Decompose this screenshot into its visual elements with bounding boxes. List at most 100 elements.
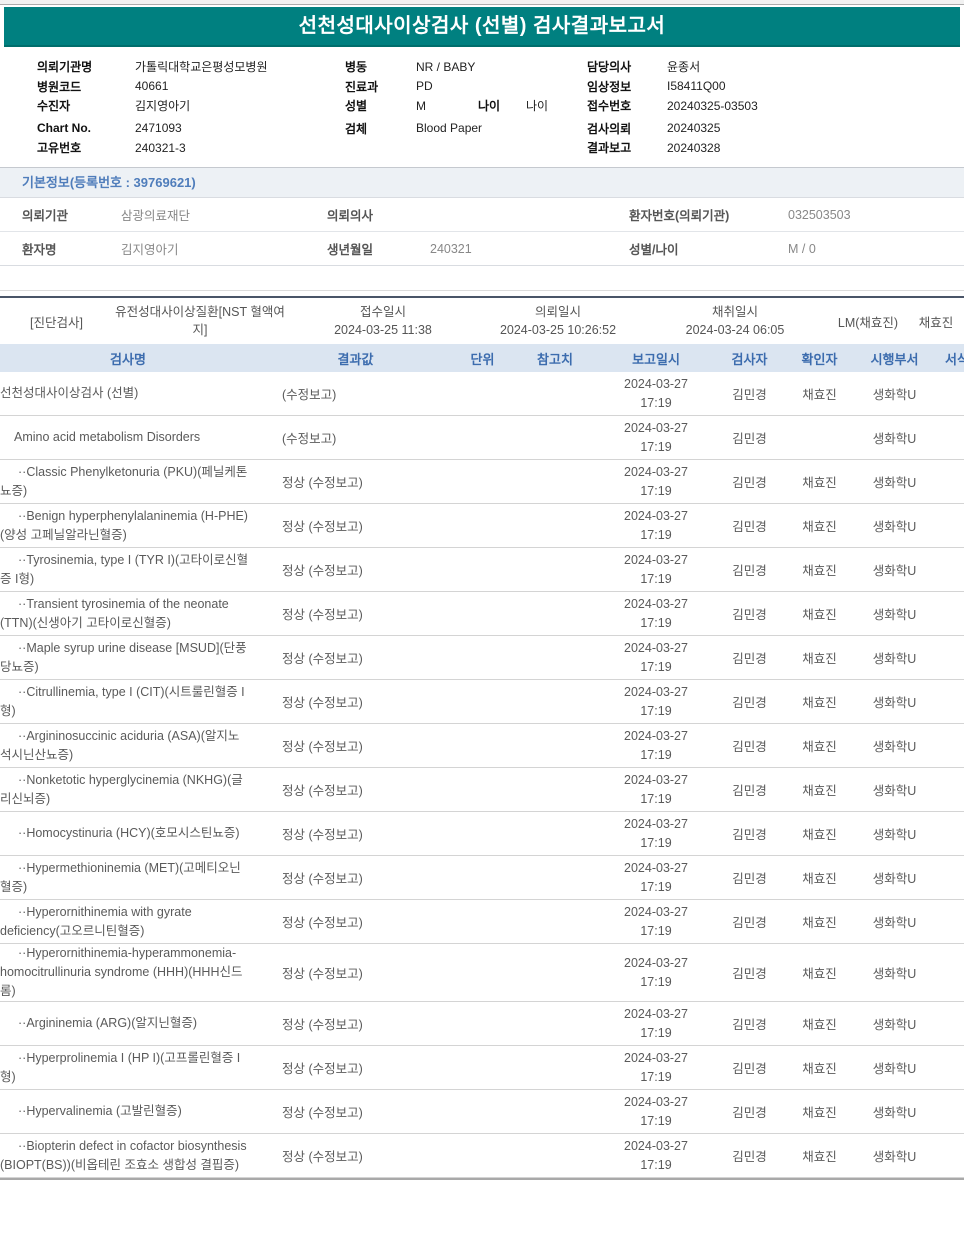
column-header-report-date: 보고일시 xyxy=(632,351,680,367)
test-name-cell: ··Benign hyperphenylalaninemia (H-PHE)(양… xyxy=(0,508,248,542)
result-cell: 정상 (수정보고) xyxy=(282,967,363,981)
department-cell: 생화학U xyxy=(872,916,917,930)
column-header-department: 시행부서 xyxy=(870,351,919,367)
result-cell: 정상 (수정보고) xyxy=(282,652,363,666)
confirmer-cell: 채효진 xyxy=(802,828,837,842)
tester-cell: 김민경 xyxy=(732,696,767,710)
column-header-tester: 검사자 xyxy=(731,351,768,367)
table-row: ··Argininemia (ARG)(알지닌혈증) 정상 (수정보고) 202… xyxy=(0,1002,964,1046)
info-row: 성별 M 나이 나이 xyxy=(345,96,548,116)
result-cell: 정상 (수정보고) xyxy=(282,696,363,710)
info-row: 병동 NR / BABY xyxy=(345,57,548,77)
confirmer-cell: 채효진 xyxy=(802,967,837,981)
test-name-cell: ··Hyperprolinemia I (HP I)(고프롤린혈증 I형) xyxy=(0,1050,241,1084)
patient-info-right-column: 담당의사 윤종서 임상정보 I58411Q00 접수번호 20240325-03… xyxy=(587,57,758,158)
tester-cell: 김민경 xyxy=(732,916,767,930)
table-row: ··Classic Phenylketonuria (PKU)(페닐케톤뇨증) … xyxy=(0,460,964,504)
info-row: 수진자 김지영아기 xyxy=(37,96,267,116)
request-label: 의뢰일시 xyxy=(534,305,581,319)
field-label: 의뢰기관명 xyxy=(37,60,93,75)
table-row: 선천성대사이상검사 (선별) (수정보고) 2024-03-27 17:19 김… xyxy=(0,372,964,416)
table-row: Amino acid metabolism Disorders (수정보고) 2… xyxy=(0,416,964,460)
result-cell: 정상 (수정보고) xyxy=(282,872,363,886)
report-date-cell: 2024-03-27 17:19 xyxy=(624,684,688,718)
confirmer-cell: 채효진 xyxy=(802,872,837,886)
table-row: ··Benign hyperphenylalaninemia (H-PHE)(양… xyxy=(0,504,964,548)
collector-name: 채효진 xyxy=(918,315,954,330)
tester-cell: 김민경 xyxy=(732,1106,767,1120)
report-date-cell: 2024-03-27 17:19 xyxy=(624,860,688,894)
info-row: 검사의뢰 20240325 xyxy=(587,119,758,139)
report-date-cell: 2024-03-27 17:19 xyxy=(624,1138,688,1172)
test-name-cell: ··Maple syrup urine disease [MSUD](단풍당뇨증… xyxy=(0,640,247,674)
report-date-cell: 2024-03-27 17:19 xyxy=(624,728,688,762)
tester-cell: 김민경 xyxy=(732,1018,767,1032)
report-date-cell: 2024-03-27 17:19 xyxy=(624,640,688,674)
table-row: ··Homocystinuria (HCY)(호모시스틴뇨증) 정상 (수정보고… xyxy=(0,812,964,856)
tester-cell: 김민경 xyxy=(732,608,767,622)
table-row: ··Hyperornithinemia-hyperammonemia-homoc… xyxy=(0,944,964,1002)
basic-info-row: 의뢰기관 삼광의료재단 의뢰의사 환자번호(의뢰기관) 032503503 xyxy=(0,198,964,232)
info-row: 임상정보 I58411Q00 xyxy=(587,77,758,97)
field-label: 진료과 xyxy=(345,79,379,94)
department-cell: 생화학U xyxy=(872,1018,917,1032)
field-label: Chart No. xyxy=(37,121,91,136)
field-value: 240321-3 xyxy=(135,140,186,155)
report-date-cell: 2024-03-27 17:19 xyxy=(624,376,688,410)
tester-cell: 김민경 xyxy=(732,828,767,842)
field-value: 가톨릭대학교은평성모병원 xyxy=(135,60,268,75)
info-row: 접수번호 20240325-03503 xyxy=(587,96,758,116)
report-date-cell: 2024-03-27 17:19 xyxy=(624,816,688,850)
confirmer-cell: 채효진 xyxy=(802,652,837,666)
department-cell: 생화학U xyxy=(872,564,917,578)
column-header-result: 결과값 xyxy=(337,351,374,367)
table-row: ··Hyperornithinemia with gyrate deficien… xyxy=(0,900,964,944)
confirmer-cell: 채효진 xyxy=(802,1018,837,1032)
field-label: 병동 xyxy=(345,60,368,75)
report-date-cell: 2024-03-27 17:19 xyxy=(624,904,688,938)
test-name-cell: ··Classic Phenylketonuria (PKU)(페닐케톤뇨증) xyxy=(0,464,248,498)
field-label: 생년월일 xyxy=(327,243,374,257)
collector-lm: LM(채효진) xyxy=(837,315,899,330)
report-date-cell: 2024-03-27 17:19 xyxy=(624,955,688,989)
field-label: 검사의뢰 xyxy=(587,121,632,136)
field-value: I58411Q00 xyxy=(667,79,726,94)
confirmer-cell: 채효진 xyxy=(802,564,837,578)
department-cell: 생화학U xyxy=(872,1106,917,1120)
report-date-cell: 2024-03-27 17:19 xyxy=(624,596,688,630)
tester-cell: 김민경 xyxy=(732,784,767,798)
report-date-cell: 2024-03-27 17:19 xyxy=(624,1006,688,1040)
diagnostic-summary-row: [진단검사] 유전성대사이상질환[NST 혈액여지] 접수일시 2024-03-… xyxy=(0,298,964,344)
test-name-cell: Amino acid metabolism Disorders xyxy=(14,430,201,444)
field-value: M xyxy=(416,98,426,113)
test-group-name: 유전성대사이상질환[NST 혈액여지] xyxy=(115,305,285,337)
field-label: 검체 xyxy=(345,121,368,136)
department-cell: 생화학U xyxy=(872,696,917,710)
table-row: ··Nonketotic hyperglycinemia (NKHG)(글리신뇌… xyxy=(0,768,964,812)
test-name-cell: ··Hyperornithinemia-hyperammonemia-homoc… xyxy=(0,946,243,998)
department-cell: 생화학U xyxy=(872,388,917,402)
field-value: 김지영아기 xyxy=(135,99,191,114)
info-row: 담당의사 윤종서 xyxy=(587,57,758,77)
confirmer-cell: 채효진 xyxy=(802,476,837,490)
collection-value: 2024-03-24 06:05 xyxy=(685,323,785,337)
receipt-datetime: 접수일시 2024-03-25 11:38 xyxy=(292,303,474,339)
request-datetime: 의뢰일시 2024-03-25 10:26:52 xyxy=(474,303,642,339)
info-row: 검체 Blood Paper xyxy=(345,119,548,139)
tester-cell: 김민경 xyxy=(732,1062,767,1076)
confirmer-cell: 채효진 xyxy=(802,740,837,754)
request-value: 2024-03-25 10:26:52 xyxy=(499,323,617,337)
report-date-cell: 2024-03-27 17:19 xyxy=(624,552,688,586)
result-cell: 정상 (수정보고) xyxy=(282,476,363,490)
confirmer-cell: 채효진 xyxy=(802,696,837,710)
report-title-banner: 선천성대사이상검사 (선별) 검사결과보고서 xyxy=(4,7,960,47)
info-row: 병원코드 40661 xyxy=(37,77,267,97)
result-cell: 정상 (수정보고) xyxy=(282,1106,363,1120)
table-row: ··Maple syrup urine disease [MSUD](단풍당뇨증… xyxy=(0,636,964,680)
report-date-cell: 2024-03-27 17:19 xyxy=(624,464,688,498)
field-value: 윤종서 xyxy=(667,60,701,75)
field-value: 032503503 xyxy=(788,207,851,222)
confirmer-cell: 채효진 xyxy=(802,916,837,930)
field-value: 김지영아기 xyxy=(121,243,179,257)
